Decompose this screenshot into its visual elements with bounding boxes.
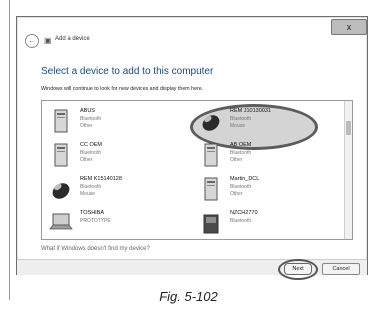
- device-category: Other: [230, 191, 243, 197]
- device-name: Martin_DCL: [230, 176, 260, 182]
- scrollbar-thumb[interactable]: [346, 121, 351, 135]
- cancel-button[interactable]: Cancel: [322, 263, 360, 275]
- description-text: Windows will continue to look for new de…: [41, 86, 204, 92]
- device-type: PROTOTYPE: [80, 218, 111, 224]
- device-tower-icon: [54, 143, 68, 167]
- next-button[interactable]: Next: [284, 263, 312, 275]
- device-category: Other: [80, 123, 93, 129]
- device-category: Mouse: [230, 123, 246, 129]
- device-item[interactable]: REM K15140128 Bluetooth Mouse: [48, 175, 178, 207]
- device-item[interactable]: CC OEM Bluetooth Other: [48, 141, 178, 173]
- device-type: Bluetooth: [230, 116, 252, 122]
- device-item[interactable]: NZCH2770 Bluetooth: [198, 209, 328, 239]
- back-arrow-icon[interactable]: ←: [25, 34, 39, 48]
- device-name: CC OEM: [80, 142, 102, 148]
- device-item-selected[interactable]: REM J10130031 Bluetooth Mouse: [198, 107, 328, 139]
- device-name: AB OEM: [230, 142, 252, 148]
- device-category: Other: [80, 157, 93, 163]
- device-generic-icon: [203, 214, 219, 234]
- device-category: Other: [230, 157, 243, 163]
- close-button[interactable]: x: [331, 19, 367, 35]
- device-tower-icon: [204, 177, 218, 201]
- device-type: Bluetooth: [230, 218, 252, 224]
- device-list-scrollbar[interactable]: [344, 101, 352, 239]
- device-list: ABUS Bluetooth Other REM J10130031 Bluet…: [41, 100, 353, 240]
- mouse-icon: [52, 183, 70, 199]
- add-device-window: x ← ▣ Add a device Select a device to ad…: [16, 16, 368, 280]
- bluetooth-device-icon: ▣: [44, 36, 52, 45]
- device-item[interactable]: TOSHIBA PROTOTYPE: [48, 209, 178, 239]
- device-type: Bluetooth: [230, 184, 252, 190]
- help-link[interactable]: What if Windows doesn't find my device?: [41, 246, 150, 252]
- device-name: TOSHIBA: [80, 210, 105, 216]
- device-name: NZCH2770: [230, 210, 258, 216]
- device-name: ABUS: [80, 108, 95, 114]
- device-name: REM J10130031: [230, 108, 271, 114]
- window-title: Add a device: [55, 36, 90, 42]
- device-item[interactable]: AB OEM Bluetooth Other: [198, 141, 328, 173]
- device-type: Bluetooth: [80, 116, 102, 122]
- mouse-icon: [202, 115, 220, 131]
- device-type: Bluetooth: [80, 150, 102, 156]
- figure-caption: Fig. 5-102: [159, 289, 218, 304]
- device-type: Bluetooth: [80, 184, 102, 190]
- device-name: REM K15140128: [80, 176, 122, 182]
- device-category: Mouse: [80, 191, 96, 197]
- page-margin-line: [9, 0, 10, 300]
- device-item[interactable]: ABUS Bluetooth Other: [48, 107, 178, 139]
- device-tower-icon: [204, 143, 218, 167]
- device-item[interactable]: Martin_DCL Bluetooth Other: [198, 175, 328, 207]
- laptop-icon: [49, 213, 73, 230]
- page-heading: Select a device to add to this computer: [41, 66, 214, 77]
- device-type: Bluetooth: [230, 150, 252, 156]
- device-tower-icon: [54, 109, 68, 133]
